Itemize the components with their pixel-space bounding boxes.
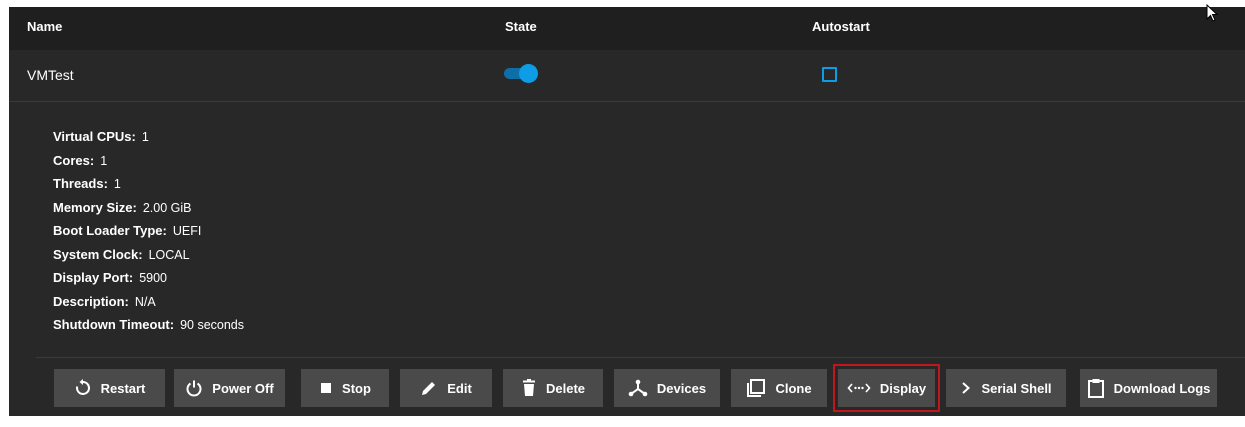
detail-value: 1 (141, 130, 149, 144)
action-bar: Restart Power Off Stop Edit Delete Devices Clo… (36, 357, 1245, 417)
button-label: Devices (656, 380, 707, 396)
edit-button[interactable]: Edit (400, 369, 492, 407)
vm-name: VMTest (27, 67, 74, 83)
detail-value: N/A (134, 294, 156, 309)
detail-key: Description: (53, 293, 129, 309)
button-label: Delete (545, 380, 586, 396)
column-header-state[interactable]: State (505, 19, 537, 34)
detail-row: Memory Size: 2.00 GiB (53, 196, 244, 220)
vm-details: Virtual CPUs: 1 Cores: 1 Threads: 1 Memory Siz… (53, 125, 244, 337)
button-label: Restart (100, 380, 146, 396)
detail-value: 90 seconds (180, 318, 245, 332)
button-label: Edit (447, 380, 472, 396)
detail-row: Boot Loader Type: UEFI (53, 219, 244, 243)
detail-row: System Clock: LOCAL (53, 243, 244, 267)
detail-key: Shutdown Timeout: (53, 317, 175, 332)
autostart-checkbox[interactable] (822, 67, 837, 82)
detail-value: 1 (100, 153, 108, 168)
devices-icon (628, 379, 648, 397)
button-label: Power Off (212, 380, 274, 396)
detail-value: 5900 (139, 271, 167, 285)
detail-value: UEFI (172, 224, 202, 238)
button-label: Clone (775, 380, 812, 396)
detail-key: Boot Loader Type: (53, 223, 167, 238)
detail-value: LOCAL (148, 247, 190, 262)
clone-button[interactable]: Clone (731, 369, 827, 407)
restart-button[interactable]: Restart (54, 369, 165, 407)
pencil-icon (420, 379, 438, 397)
stop-button[interactable]: Stop (301, 369, 389, 407)
chevron-right-icon (960, 381, 972, 395)
detail-row: Description: N/A (53, 290, 244, 314)
detail-row: Threads: 1 (53, 172, 244, 196)
button-label: Serial Shell (981, 380, 1052, 396)
table-row[interactable]: VMTest (9, 50, 1245, 102)
column-header-name[interactable]: Name (27, 19, 62, 34)
detail-row: Display Port: 5900 (53, 266, 244, 290)
detail-row: Cores: 1 (53, 149, 244, 173)
devices-button[interactable]: Devices (614, 369, 720, 407)
mouse-cursor-icon (1206, 3, 1219, 27)
trash-icon (521, 379, 537, 397)
detail-key: Memory Size: (53, 199, 137, 215)
detail-key: Virtual CPUs: (53, 129, 136, 144)
detail-key: Cores: (53, 152, 95, 168)
download-logs-button[interactable]: Download Logs (1080, 369, 1217, 407)
restart-icon (74, 379, 92, 397)
detail-key: System Clock: (53, 246, 143, 262)
serial-shell-button[interactable]: Serial Shell (946, 369, 1066, 407)
button-label: Download Logs (1113, 380, 1211, 396)
clone-icon (746, 378, 766, 398)
vm-panel: Name State Autostart VMTest Virtual CPUs… (9, 7, 1245, 416)
detail-key: Display Port: (53, 270, 134, 285)
button-label: Stop (342, 380, 371, 396)
highlight-box (833, 364, 940, 412)
detail-value: 1 (113, 177, 121, 191)
power-off-button[interactable]: Power Off (174, 369, 285, 407)
detail-row: Shutdown Timeout: 90 seconds (53, 313, 244, 337)
state-toggle[interactable] (504, 64, 538, 83)
clipboard-icon (1087, 378, 1105, 398)
detail-row: Virtual CPUs: 1 (53, 125, 244, 149)
column-header-autostart[interactable]: Autostart (812, 19, 870, 34)
table-header: Name State Autostart (9, 7, 1245, 50)
delete-button[interactable]: Delete (503, 369, 603, 407)
detail-value: 2.00 GiB (142, 200, 192, 215)
stop-icon (319, 381, 333, 395)
power-icon (185, 379, 203, 397)
toggle-knob (519, 64, 538, 83)
detail-key: Threads: (53, 176, 108, 191)
